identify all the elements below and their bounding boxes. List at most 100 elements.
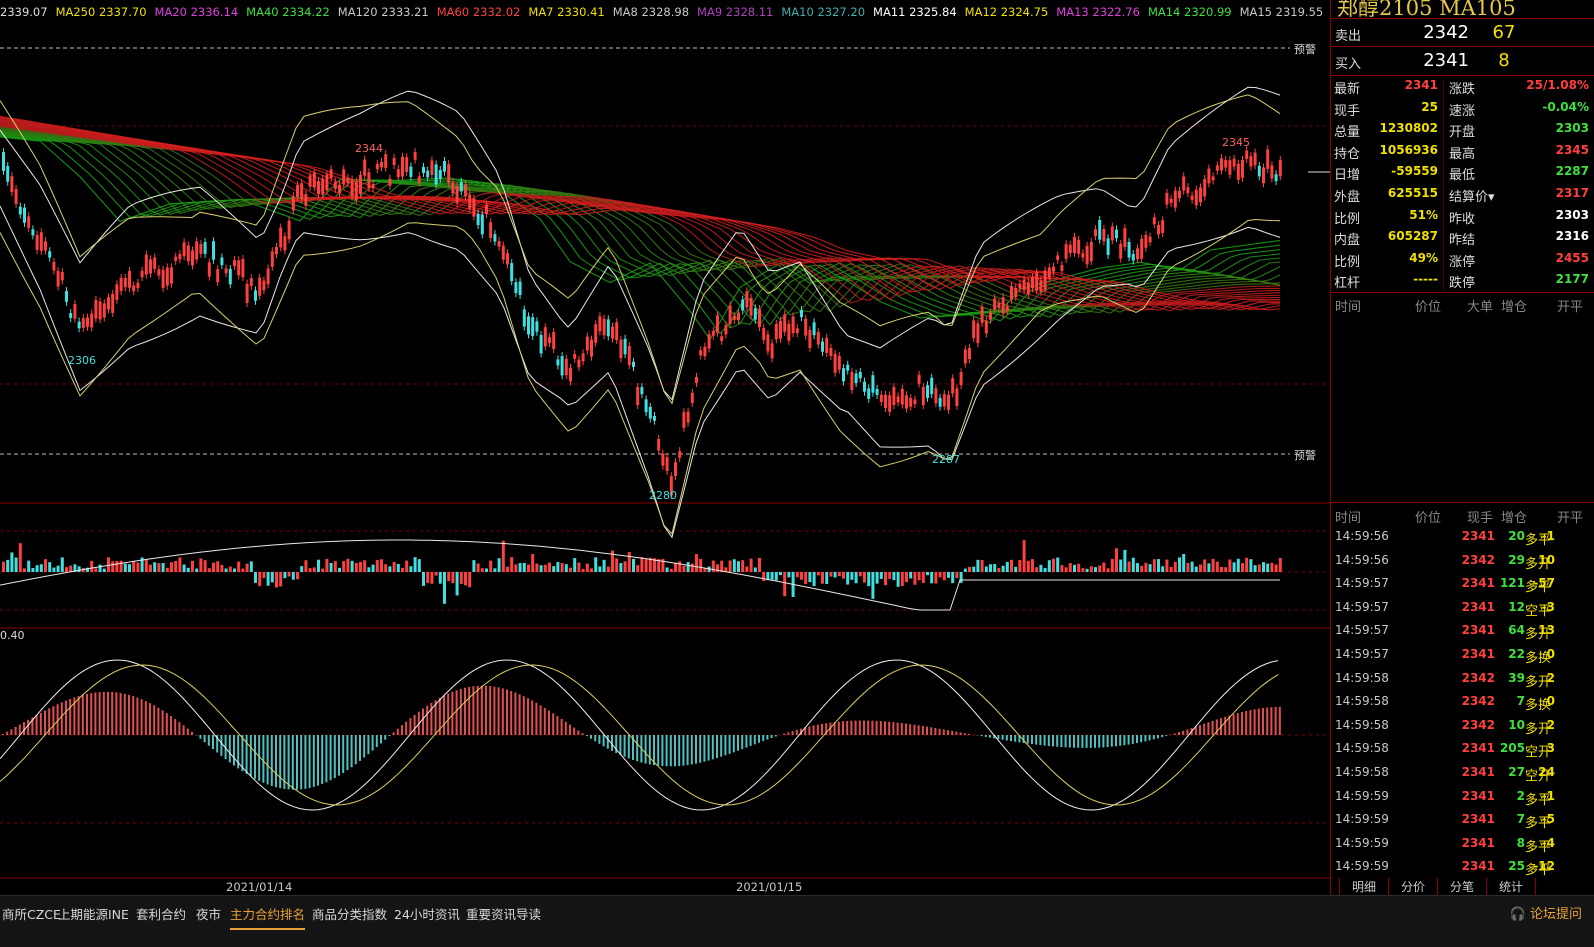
candle-body — [183, 242, 186, 256]
volume-bar — [787, 572, 790, 577]
candle-body — [1144, 235, 1147, 248]
macd-bar — [716, 735, 718, 758]
macd-bar — [456, 690, 458, 735]
stat-value: 51% — [1409, 208, 1438, 222]
tick-row[interactable]: 14:59:56234120-1多平 — [1331, 529, 1594, 552]
candle-body — [615, 322, 618, 340]
macd-bar — [1258, 709, 1260, 735]
tick-row[interactable]: 14:59:572341220多换 — [1331, 647, 1594, 670]
tab-trades[interactable]: 分笔 — [1437, 878, 1487, 896]
bottom-tab[interactable]: 上期能源INE — [58, 904, 129, 923]
candle-body — [52, 262, 55, 271]
candle-body — [1258, 166, 1261, 177]
tick-row[interactable]: 14:59:58234270多换 — [1331, 694, 1594, 717]
macd-bar — [86, 694, 88, 735]
tab-stats[interactable]: 统计 — [1486, 878, 1536, 896]
candle-body — [254, 290, 257, 300]
candle-body — [859, 372, 862, 378]
candle-body — [897, 396, 900, 402]
macd-bar — [682, 735, 684, 766]
tick-volume: 2 — [1517, 789, 1525, 803]
macd-bar — [451, 692, 453, 735]
macd-bar — [775, 735, 777, 736]
bottom-tab[interactable]: 24小时资讯 — [394, 904, 460, 923]
tick-price: 2341 — [1462, 765, 1495, 779]
tick-row[interactable]: 14:59:5623422910多开 — [1331, 553, 1594, 576]
bottom-tab[interactable]: 套利合约 — [136, 904, 186, 923]
macd-bar — [745, 735, 747, 748]
macd-bar — [187, 729, 189, 735]
candle-body — [985, 320, 988, 333]
tick-open-close: 多换 — [1525, 647, 1551, 666]
candle-body — [687, 412, 690, 423]
big-order-col-header: 增仓 — [1501, 296, 1527, 315]
tick-row[interactable]: 14:59:5723416413多开 — [1331, 623, 1594, 646]
macd-bar — [82, 695, 84, 735]
macd-bar — [544, 708, 546, 735]
candle-body — [682, 412, 685, 428]
candle-body — [754, 308, 757, 319]
bottom-tab[interactable]: 重要资讯导读 — [466, 904, 541, 923]
volume-bar — [1052, 559, 1055, 572]
volume-bar — [346, 559, 349, 572]
ma-legend-item: MA10 2327.20 — [781, 5, 865, 19]
macd-bar — [1161, 735, 1163, 737]
volume-bar — [804, 572, 807, 584]
tab-detail[interactable]: 明细 — [1339, 878, 1389, 896]
macd-bar — [569, 725, 571, 735]
tick-row[interactable]: 14:59:5823412053空开 — [1331, 741, 1594, 764]
macd-bar — [1060, 735, 1062, 747]
candle-body — [955, 388, 958, 406]
candle-body — [187, 245, 190, 261]
volume-bar — [796, 572, 799, 577]
volume-bar — [972, 567, 975, 572]
macd-bar — [6, 732, 8, 735]
tick-row[interactable]: 14:59:582342102多开 — [1331, 718, 1594, 741]
tick-row[interactable]: 14:59:572341121-57多平 — [1331, 576, 1594, 599]
volume-bar — [817, 572, 820, 575]
macd-bar — [989, 735, 991, 738]
tick-row[interactable]: 14:59:5923418-4多平 — [1331, 836, 1594, 859]
tick-volume: 12 — [1508, 600, 1525, 614]
tick-price: 2342 — [1462, 718, 1495, 732]
tab-price-dist[interactable]: 分价 — [1388, 878, 1438, 896]
detail-tabs[interactable]: 明细分价分笔统计 — [1339, 878, 1579, 895]
macd-bar — [443, 696, 445, 735]
tick-row[interactable]: 14:59:5823412724空开 — [1331, 765, 1594, 788]
quote-panel: 郑醇2105 MA105 卖出 2342 67 买入 2341 8 最新2341… — [1330, 0, 1594, 895]
forum-button[interactable]: 🎧 论坛提问 — [1510, 903, 1582, 922]
candle-body — [863, 382, 866, 392]
volume-bar — [23, 568, 26, 572]
candle-body — [1018, 284, 1021, 289]
kline-chart[interactable] — [0, 0, 1330, 895]
tick-row[interactable]: 14:59:582342392多开 — [1331, 671, 1594, 694]
macd-bar — [1048, 735, 1050, 746]
candle-body — [603, 319, 606, 336]
tick-row[interactable]: 14:59:5923417-5多平 — [1331, 812, 1594, 835]
bottom-tab[interactable]: 夜市 — [196, 904, 221, 923]
chart-area[interactable]: 2339.07MA250 2337.70MA20 2336.14MA40 233… — [0, 0, 1330, 895]
candle-body — [241, 259, 244, 277]
candle-body — [233, 260, 236, 266]
macd-bar — [762, 735, 764, 741]
bottom-tab[interactable]: 商品分类指数 — [312, 904, 387, 923]
macd-bar — [78, 696, 80, 735]
macd-bar — [204, 735, 206, 742]
candle-body — [267, 269, 270, 285]
tick-row[interactable]: 14:59:57234112-3空平 — [1331, 600, 1594, 623]
macd-bar — [1069, 735, 1071, 748]
tick-price: 2342 — [1462, 694, 1495, 708]
macd-bar — [850, 721, 852, 735]
bottom-tab[interactable]: 商所CZCE — [2, 904, 61, 923]
volume-bar — [456, 572, 459, 595]
stat-row: 日增-59559 — [1334, 164, 1438, 184]
macd-bar — [1035, 735, 1037, 745]
tick-row[interactable]: 14:59:5923412-1多平 — [1331, 789, 1594, 812]
volume-bar — [443, 572, 446, 604]
volume-bar — [300, 566, 303, 572]
volume-bar — [619, 563, 622, 572]
volume-bar — [6, 560, 9, 572]
bottom-tab[interactable]: 主力合约排名 — [230, 904, 305, 930]
macd-bar — [1275, 707, 1277, 735]
candle-body — [422, 167, 425, 173]
